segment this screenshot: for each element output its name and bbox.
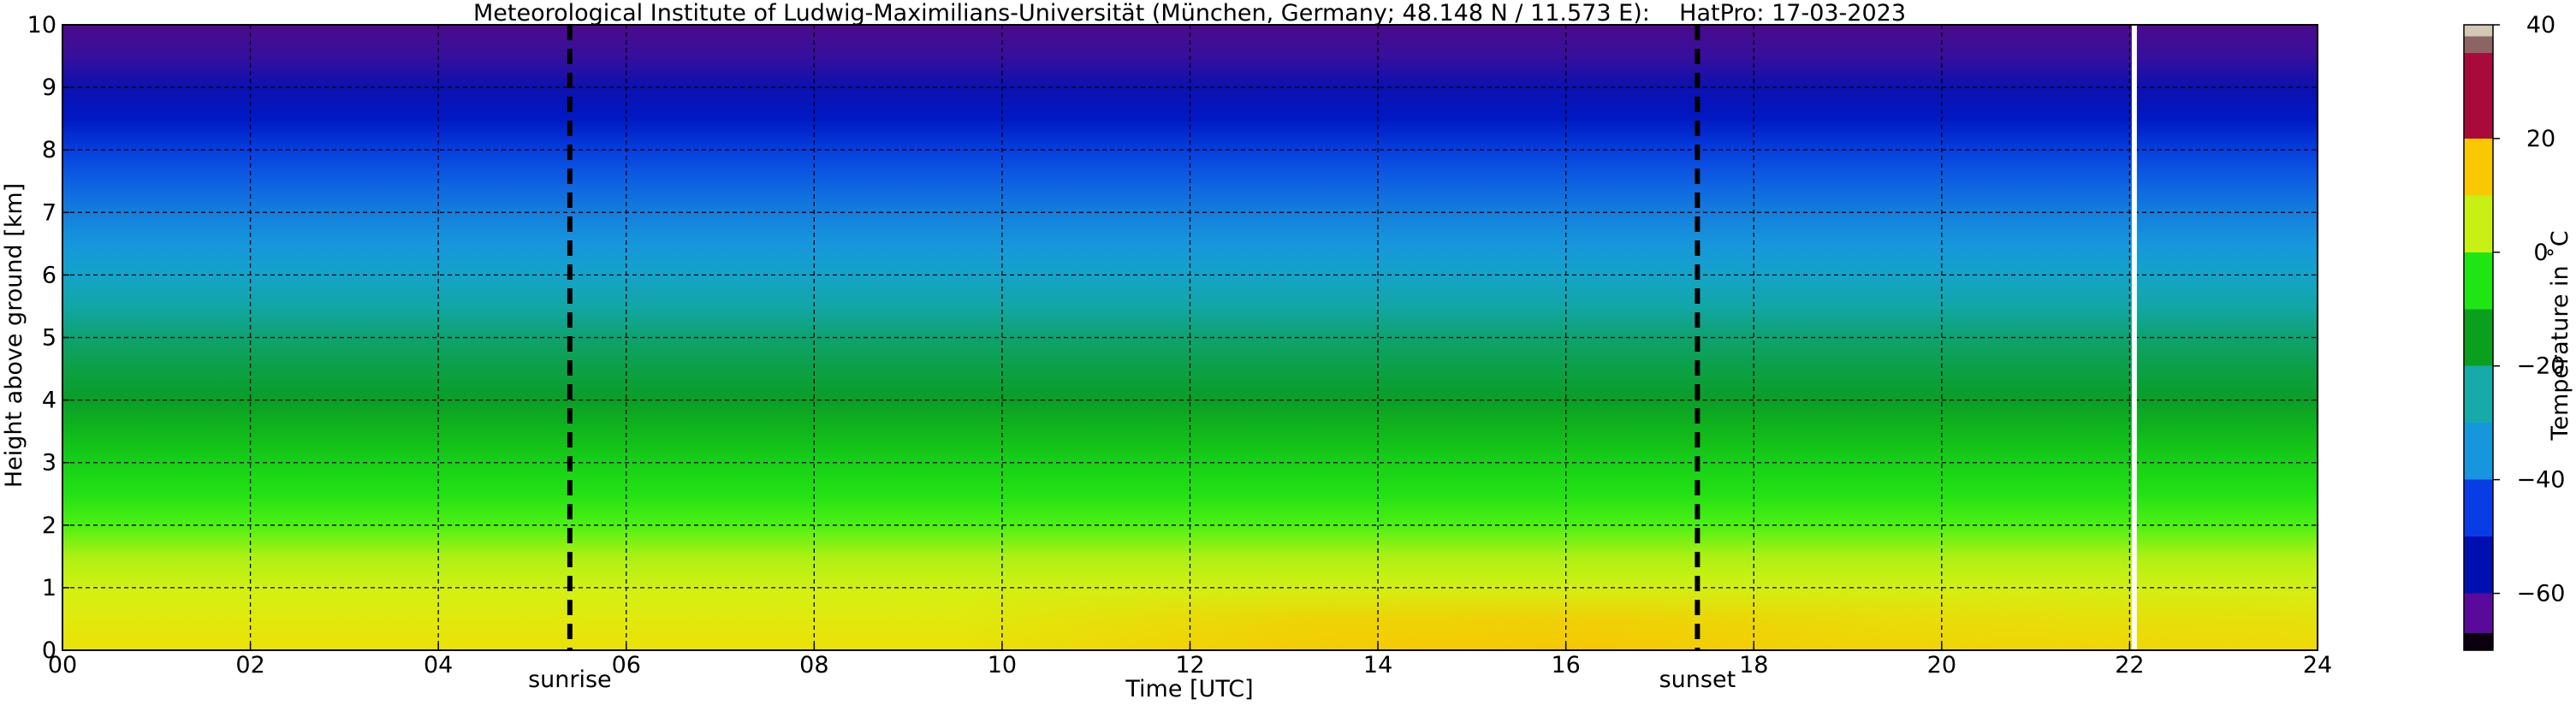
y-tick-label: 5 — [42, 325, 56, 352]
y-tick-label: 1 — [42, 575, 56, 601]
y-tick-label: 7 — [42, 199, 56, 226]
x-tick-label: 12 — [1175, 652, 1204, 678]
colorbar: 40200−20−40−60 Temperature in ˚C — [2463, 12, 2573, 651]
temperature-heatmap-chart: Meteorological Institute of Ludwig-Maxim… — [1, 0, 2573, 702]
plot-area — [62, 24, 2318, 651]
y-tick-label: 10 — [27, 12, 56, 39]
x-axis-label: Time [UTC] — [1125, 676, 1253, 702]
x-tick-label: 24 — [2303, 652, 2332, 678]
x-tick-label: 20 — [1927, 652, 1956, 678]
x-tick-label: 22 — [2115, 652, 2144, 678]
x-tick-label: 08 — [799, 652, 828, 678]
y-tick-label: 3 — [42, 450, 56, 477]
x-tick-label: 18 — [1739, 652, 1768, 678]
y-tick-label: 9 — [42, 74, 56, 101]
y-tick-label: 0 — [42, 637, 56, 664]
colorbar-tick-label: −60 — [2517, 581, 2566, 607]
colorbar-bar — [2463, 24, 2494, 651]
y-tick-label: 4 — [42, 388, 56, 414]
colorbar-tick-label: 20 — [2526, 126, 2555, 152]
y-tick-label: 8 — [42, 137, 56, 163]
colorbar-tick-label: 40 — [2526, 12, 2555, 39]
x-tick-label: 16 — [1551, 652, 1580, 678]
chart-title: Meteorological Institute of Ludwig-Maxim… — [473, 0, 1906, 27]
x-tick-label: 04 — [424, 652, 453, 678]
colorbar-tick-label: −40 — [2517, 467, 2566, 494]
x-tick-label: 06 — [612, 652, 641, 678]
y-tick-label: 2 — [42, 512, 56, 539]
sunrise-label: sunrise — [528, 666, 612, 693]
colorbar-label: Temperature in ˚C — [2547, 230, 2573, 441]
y-tick-label: 6 — [42, 262, 56, 288]
x-tick-label: 10 — [988, 652, 1017, 678]
sunset-label: sunset — [1659, 666, 1736, 693]
x-tick-label: 14 — [1363, 652, 1392, 678]
y-axis-label: Height above ground [km] — [1, 183, 27, 488]
data-gap-line — [2131, 25, 2137, 650]
x-tick-label: 02 — [235, 652, 264, 678]
